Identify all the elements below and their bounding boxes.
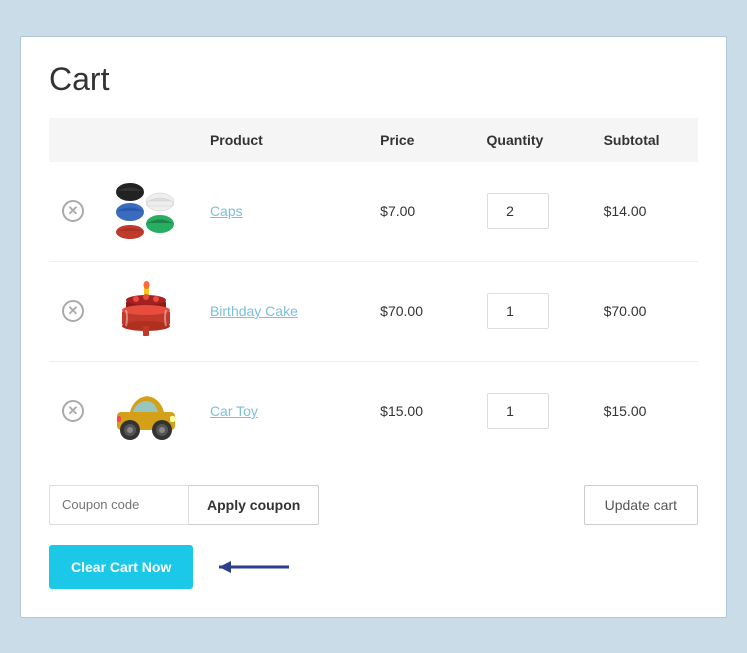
car-subtotal: $15.00 (592, 361, 698, 461)
cart-table: Product Price Quantity Subtotal ✕ (49, 118, 698, 461)
remove-icon: ✕ (62, 400, 84, 422)
product-image-cell (100, 162, 198, 262)
col-header-quantity: Quantity (475, 118, 592, 162)
remove-car-button[interactable]: ✕ (61, 399, 85, 423)
remove-cell: ✕ (49, 162, 100, 262)
cake-quantity-input[interactable] (487, 293, 549, 329)
remove-cell: ✕ (49, 261, 100, 361)
col-header-remove (49, 118, 100, 162)
caps-subtotal: $14.00 (592, 162, 698, 262)
coupon-area: Apply coupon (49, 485, 319, 525)
car-qty-cell (475, 361, 592, 461)
caps-image (112, 180, 180, 240)
car-price: $15.00 (368, 361, 474, 461)
product-image-cell (100, 361, 198, 461)
remove-cell: ✕ (49, 361, 100, 461)
car-image (112, 380, 180, 440)
coupon-input[interactable] (49, 485, 189, 525)
cart-footer: Apply coupon Update cart (49, 485, 698, 525)
cake-image (112, 280, 180, 340)
clear-cart-row: Clear Cart Now (49, 545, 698, 589)
cake-product-link[interactable]: Birthday Cake (210, 303, 298, 319)
col-header-price: Price (368, 118, 474, 162)
remove-cake-button[interactable]: ✕ (61, 299, 85, 323)
cake-price: $70.00 (368, 261, 474, 361)
car-quantity-input[interactable] (487, 393, 549, 429)
col-header-subtotal: Subtotal (592, 118, 698, 162)
table-row: ✕ (49, 261, 698, 361)
col-header-product: Product (198, 118, 368, 162)
update-cart-button[interactable]: Update cart (584, 485, 698, 525)
apply-coupon-button[interactable]: Apply coupon (189, 485, 319, 525)
car-product-link[interactable]: Car Toy (210, 403, 258, 419)
caps-price: $7.00 (368, 162, 474, 262)
remove-icon: ✕ (62, 300, 84, 322)
product-name-cell: Car Toy (198, 361, 368, 461)
product-name-cell: Caps (198, 162, 368, 262)
table-row: ✕ (49, 162, 698, 262)
product-name-cell: Birthday Cake (198, 261, 368, 361)
remove-icon: ✕ (62, 200, 84, 222)
page-title: Cart (49, 61, 698, 98)
table-row: ✕ (49, 361, 698, 461)
table-header-row: Product Price Quantity Subtotal (49, 118, 698, 162)
clear-cart-button[interactable]: Clear Cart Now (49, 545, 193, 589)
cake-subtotal: $70.00 (592, 261, 698, 361)
arrow-icon (209, 553, 299, 581)
caps-product-link[interactable]: Caps (210, 203, 243, 219)
remove-caps-button[interactable]: ✕ (61, 199, 85, 223)
cart-container: Cart Product Price Quantity Subtotal ✕ (20, 36, 727, 618)
cake-qty-cell (475, 261, 592, 361)
caps-quantity-input[interactable] (487, 193, 549, 229)
product-image-cell (100, 261, 198, 361)
col-header-image (100, 118, 198, 162)
caps-qty-cell (475, 162, 592, 262)
